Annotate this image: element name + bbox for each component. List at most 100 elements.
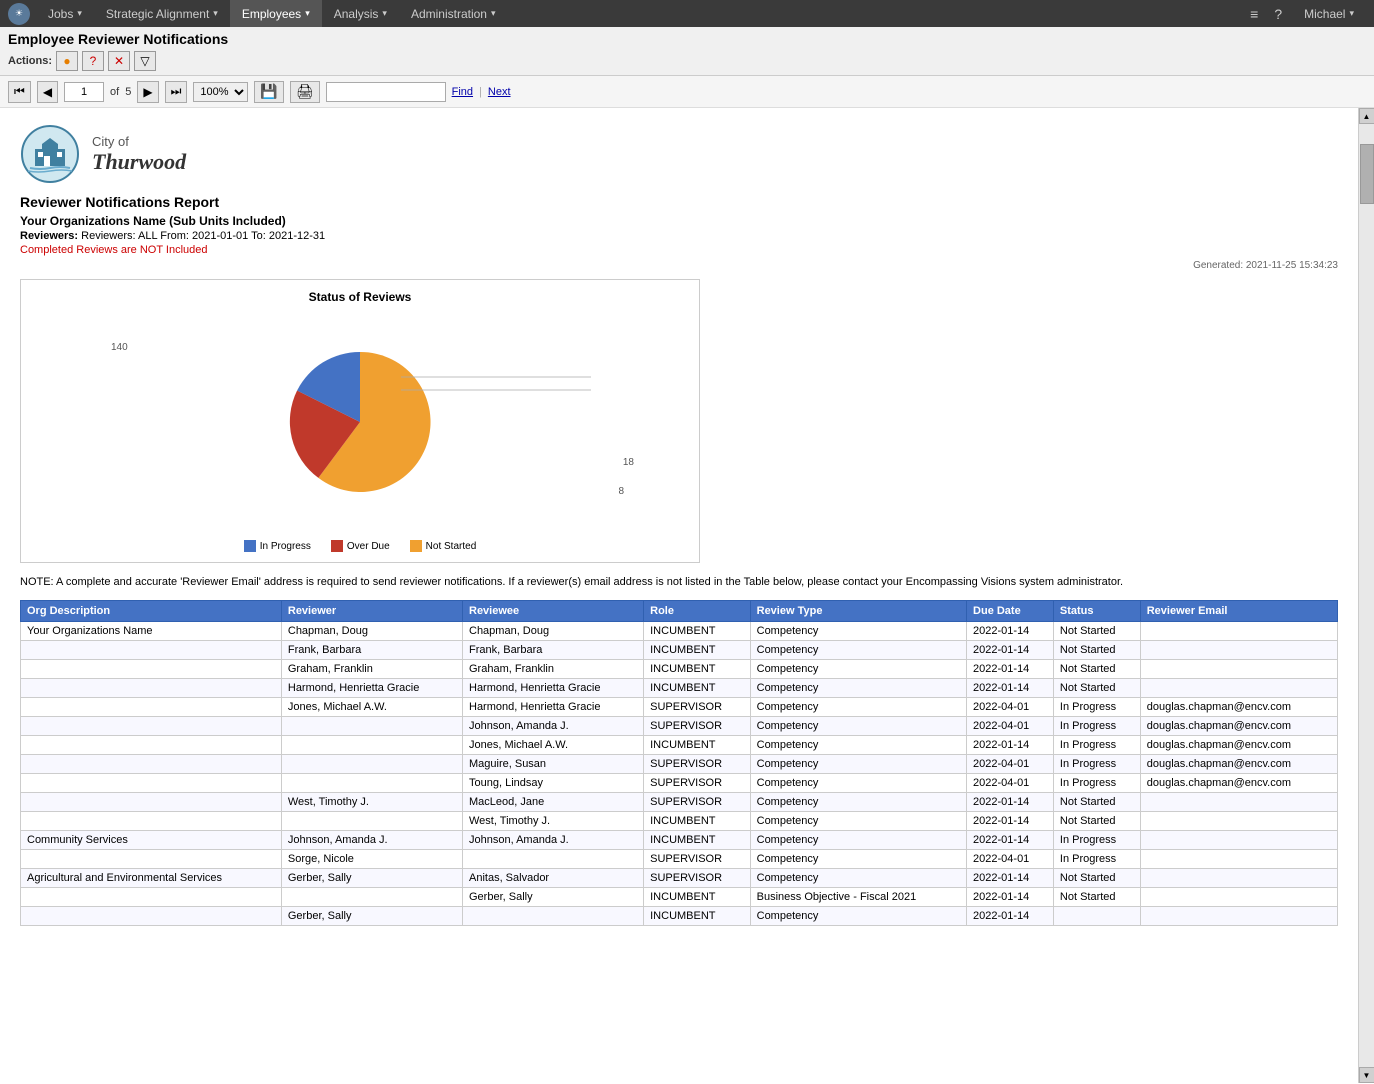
table-cell: Johnson, Amanda J. — [463, 717, 644, 736]
chart-container: Status of Reviews 140 18 8 — [20, 279, 700, 563]
table-cell — [21, 698, 282, 717]
table-cell: INCUMBENT — [644, 736, 751, 755]
table-header-row: Org Description Reviewer Reviewee Role R… — [21, 601, 1338, 622]
col-reviewer-email: Reviewer Email — [1140, 601, 1337, 622]
table-cell — [1140, 850, 1337, 869]
table-row: Toung, LindsaySUPERVISORCompetency2022-0… — [21, 774, 1338, 793]
col-reviewee: Reviewee — [463, 601, 644, 622]
strategic-alignment-caret: ▾ — [213, 8, 218, 19]
table-cell — [281, 717, 462, 736]
table-cell: Competency — [750, 812, 966, 831]
table-cell — [1140, 869, 1337, 888]
action-btn-close[interactable]: ✕ — [108, 51, 130, 71]
next-page-button[interactable]: ▶ — [137, 81, 158, 103]
chart-label-8: 8 — [618, 486, 624, 497]
find-input[interactable] — [326, 82, 446, 102]
table-cell: In Progress — [1053, 831, 1140, 850]
find-link[interactable]: Find — [452, 86, 473, 98]
table-cell — [463, 850, 644, 869]
legend-not-started: Not Started — [410, 540, 477, 552]
table-cell — [21, 888, 282, 907]
table-cell — [1140, 888, 1337, 907]
col-due-date: Due Date — [967, 601, 1054, 622]
table-cell: Competency — [750, 793, 966, 812]
table-cell: INCUMBENT — [644, 831, 751, 850]
table-cell: Competency — [750, 641, 966, 660]
table-cell: Not Started — [1053, 679, 1140, 698]
nav-jobs[interactable]: Jobs ▾ — [36, 0, 94, 27]
table-cell: INCUMBENT — [644, 660, 751, 679]
administration-caret: ▾ — [491, 8, 496, 19]
table-cell: 2022-01-14 — [967, 888, 1054, 907]
data-table: Org Description Reviewer Reviewee Role R… — [20, 600, 1338, 926]
table-cell: In Progress — [1053, 717, 1140, 736]
table-cell: In Progress — [1053, 698, 1140, 717]
next-link[interactable]: Next — [488, 86, 511, 98]
table-cell: INCUMBENT — [644, 641, 751, 660]
table-cell: douglas.chapman@encv.com — [1140, 755, 1337, 774]
table-cell: Not Started — [1053, 812, 1140, 831]
table-cell: Frank, Barbara — [463, 641, 644, 660]
legend-in-progress: In Progress — [244, 540, 311, 552]
table-cell: 2022-01-14 — [967, 869, 1054, 888]
print-button[interactable]: 🖨 — [290, 81, 320, 103]
scroll-track[interactable] — [1359, 124, 1374, 1067]
table-row: West, Timothy J.MacLeod, JaneSUPERVISORC… — [21, 793, 1338, 812]
action-btn-filter[interactable]: ▽ — [134, 51, 156, 71]
table-cell: Harmond, Henrietta Gracie — [463, 698, 644, 717]
table-cell: 2022-01-14 — [967, 736, 1054, 755]
table-cell — [463, 907, 644, 926]
col-reviewer: Reviewer — [281, 601, 462, 622]
table-cell: Competency — [750, 717, 966, 736]
table-row: Gerber, SallyINCUMBENTBusiness Objective… — [21, 888, 1338, 907]
table-cell — [1140, 660, 1337, 679]
last-page-button[interactable]: ⏭ — [165, 81, 188, 103]
table-cell — [1053, 907, 1140, 926]
action-btn-circle[interactable]: ● — [56, 51, 78, 71]
col-org-description: Org Description — [21, 601, 282, 622]
table-cell: Competency — [750, 774, 966, 793]
user-menu[interactable]: Michael ▾ — [1292, 0, 1366, 27]
table-cell: Maguire, Susan — [463, 755, 644, 774]
table-cell: 2022-01-14 — [967, 793, 1054, 812]
legend-not-started-box — [410, 540, 422, 552]
nav-strategic-alignment[interactable]: Strategic Alignment ▾ — [94, 0, 230, 27]
table-cell: Competency — [750, 755, 966, 774]
table-cell: 2022-01-14 — [967, 641, 1054, 660]
scrollbar[interactable]: ▲ ▼ — [1358, 108, 1374, 1083]
page-number-input[interactable] — [64, 82, 104, 102]
scroll-up-button[interactable]: ▲ — [1359, 108, 1374, 124]
table-cell: Competency — [750, 622, 966, 641]
table-cell: 2022-01-14 — [967, 812, 1054, 831]
nav-administration[interactable]: Administration ▾ — [399, 0, 508, 27]
scroll-thumb[interactable] — [1360, 144, 1374, 204]
prev-page-button[interactable]: ◀ — [37, 81, 58, 103]
table-cell: douglas.chapman@encv.com — [1140, 698, 1337, 717]
table-cell: 2022-01-14 — [967, 907, 1054, 926]
table-cell — [281, 774, 462, 793]
save-button[interactable]: 💾 — [254, 81, 283, 103]
table-cell — [21, 793, 282, 812]
nav-analysis[interactable]: Analysis ▾ — [322, 0, 399, 27]
table-cell: Not Started — [1053, 622, 1140, 641]
nav-employees[interactable]: Employees ▾ — [230, 0, 322, 27]
report-reviewers: Reviewers: Reviewers: ALL From: 2021-01-… — [20, 230, 1338, 242]
action-btn-help[interactable]: ? — [82, 51, 104, 71]
table-cell: Chapman, Doug — [463, 622, 644, 641]
table-cell: 2022-04-01 — [967, 698, 1054, 717]
table-cell — [281, 736, 462, 755]
menu-icon[interactable]: ≡ — [1244, 0, 1264, 27]
table-cell: Chapman, Doug — [281, 622, 462, 641]
zoom-select[interactable]: 50% 75% 100% 125% 150% 200% — [193, 82, 248, 102]
analysis-caret: ▾ — [382, 8, 387, 19]
table-cell: In Progress — [1053, 850, 1140, 869]
first-page-button[interactable]: ⏮ — [8, 81, 31, 103]
report-toolbar: ⏮ ◀ of 5 ▶ ⏭ 50% 75% 100% 125% 150% 200%… — [0, 76, 1374, 108]
table-cell: MacLeod, Jane — [463, 793, 644, 812]
table-cell: West, Timothy J. — [281, 793, 462, 812]
table-cell: Jones, Michael A.W. — [463, 736, 644, 755]
help-icon[interactable]: ? — [1268, 0, 1288, 27]
table-cell: 2022-04-01 — [967, 717, 1054, 736]
scroll-down-button[interactable]: ▼ — [1359, 1067, 1374, 1083]
table-cell: Competency — [750, 869, 966, 888]
